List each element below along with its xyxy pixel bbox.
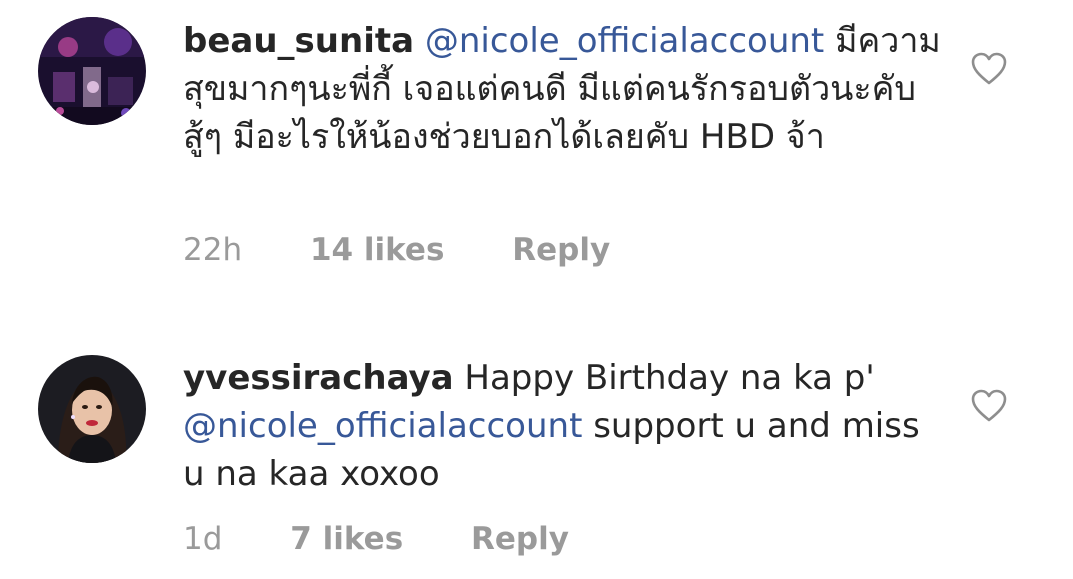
reply-button[interactable]: Reply bbox=[512, 232, 610, 268]
comment-2: yvessirachaya Happy Birthday na ka p' @n… bbox=[0, 300, 1073, 579]
timestamp: 1d bbox=[183, 521, 223, 557]
comment-meta: 1d 7 likes Reply bbox=[183, 521, 569, 557]
portrait-photo-avatar bbox=[38, 355, 146, 463]
comment-1: beau_sunita @nicole_officialaccount มีคว… bbox=[0, 0, 1073, 300]
comment-body: yvessirachaya Happy Birthday na ka p' @n… bbox=[183, 354, 943, 498]
reply-button[interactable]: Reply bbox=[471, 521, 569, 557]
timestamp: 22h bbox=[183, 232, 243, 268]
username[interactable]: beau_sunita bbox=[183, 21, 414, 61]
concert-photo-avatar bbox=[38, 17, 146, 125]
comment-body: beau_sunita @nicole_officialaccount มีคว… bbox=[183, 17, 943, 161]
heart-icon[interactable] bbox=[971, 52, 1007, 86]
comment-meta: 22h 14 likes Reply bbox=[183, 232, 610, 268]
username[interactable]: yvessirachaya bbox=[183, 358, 454, 398]
likes-count[interactable]: 14 likes bbox=[310, 232, 444, 268]
avatar[interactable] bbox=[38, 17, 146, 125]
mention-link[interactable]: @nicole_officialaccount bbox=[425, 21, 824, 61]
comment-text-before: Happy Birthday na ka p' bbox=[453, 358, 875, 398]
likes-count[interactable]: 7 likes bbox=[290, 521, 403, 557]
avatar[interactable] bbox=[38, 355, 146, 463]
mention-link[interactable]: @nicole_officialaccount bbox=[183, 406, 582, 446]
heart-icon[interactable] bbox=[971, 389, 1007, 423]
